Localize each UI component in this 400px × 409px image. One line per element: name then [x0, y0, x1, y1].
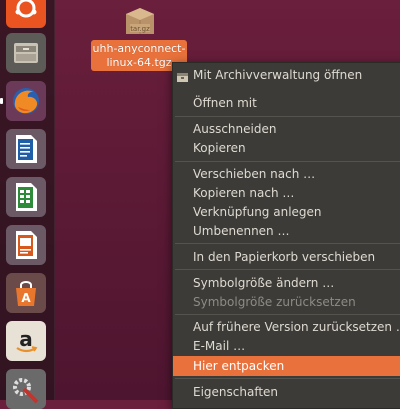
menu-label: Ausschneiden: [193, 122, 277, 136]
ubuntu-dash-icon[interactable]: [6, 0, 46, 28]
calc-icon[interactable]: [6, 177, 46, 217]
files-icon[interactable]: [6, 33, 46, 73]
menu-item-revert-version[interactable]: Auf frühere Version zurücksetzen …: [173, 317, 400, 337]
launcher: A a: [0, 0, 55, 409]
software-center-icon[interactable]: A: [6, 273, 46, 313]
menu-label: Öffnen mit: [193, 96, 257, 110]
menu-label: Umbenennen …: [193, 224, 290, 238]
menu-label: Kopieren: [193, 141, 246, 155]
archive-manager-icon: [176, 69, 189, 82]
menu-item-extract-here[interactable]: Hier entpacken: [173, 356, 400, 376]
menu-label: Verschieben nach …: [193, 167, 316, 181]
menu-separator: [175, 378, 400, 379]
menu-label: Mit Archivverwaltung öffnen: [193, 68, 363, 82]
menu-item-resize-icon[interactable]: Symbolgröße ändern …: [173, 273, 400, 293]
menu-item-open-with[interactable]: Öffnen mit: [173, 93, 400, 113]
menu-label: Kopieren nach …: [193, 186, 295, 200]
svg-text:a: a: [19, 327, 33, 351]
menu-label: In den Papierkorb verschieben: [193, 250, 376, 264]
menu-item-copy[interactable]: Kopieren: [173, 138, 400, 158]
menu-label: E-Mail …: [193, 339, 246, 353]
running-indicator: [0, 98, 3, 104]
menu-separator: [175, 314, 400, 315]
writer-icon[interactable]: [6, 129, 46, 169]
menu-label: Auf frühere Version zurücksetzen …: [193, 320, 400, 334]
menu-item-move-to-trash[interactable]: In den Papierkorb verschieben: [173, 247, 400, 267]
menu-item-make-link[interactable]: Verknüpfung anlegen: [173, 202, 400, 222]
menu-item-copy-to[interactable]: Kopieren nach …: [173, 183, 400, 203]
menu-separator: [175, 161, 400, 162]
menu-item-restore-icon-size: Symbolgröße zurücksetzen: [173, 292, 400, 312]
menu-label: Eigenschaften: [193, 385, 279, 399]
menu-label: Symbolgröße ändern …: [193, 276, 335, 290]
svg-text:A: A: [21, 291, 31, 305]
firefox-icon[interactable]: [6, 81, 46, 121]
impress-icon[interactable]: [6, 225, 46, 265]
amazon-icon[interactable]: a: [6, 321, 46, 361]
menu-item-cut[interactable]: Ausschneiden: [173, 119, 400, 139]
file-label-line1: uhh-anyconnect-: [92, 42, 186, 55]
menu-label: Hier entpacken: [193, 359, 285, 373]
archive-type-text: tar.gz: [130, 25, 150, 33]
menu-item-rename[interactable]: Umbenennen …: [173, 221, 400, 241]
menu-item-email[interactable]: E-Mail …: [173, 336, 400, 356]
menu-separator: [175, 269, 400, 270]
menu-item-properties[interactable]: Eigenschaften: [173, 382, 400, 402]
menu-separator: [175, 116, 400, 117]
menu-item-open-with-archiver[interactable]: Mit Archivverwaltung öffnen: [173, 65, 400, 85]
archive-file-icon[interactable]: tar.gz: [122, 4, 158, 40]
menu-item-move-to[interactable]: Verschieben nach …: [173, 164, 400, 184]
system-settings-icon[interactable]: [6, 369, 46, 409]
menu-label: Symbolgröße zurücksetzen: [193, 295, 356, 309]
menu-label: Verknüpfung anlegen: [193, 205, 322, 219]
menu-separator: [175, 243, 400, 244]
context-menu: Mit Archivverwaltung öffnen Öffnen mit A…: [172, 62, 400, 409]
